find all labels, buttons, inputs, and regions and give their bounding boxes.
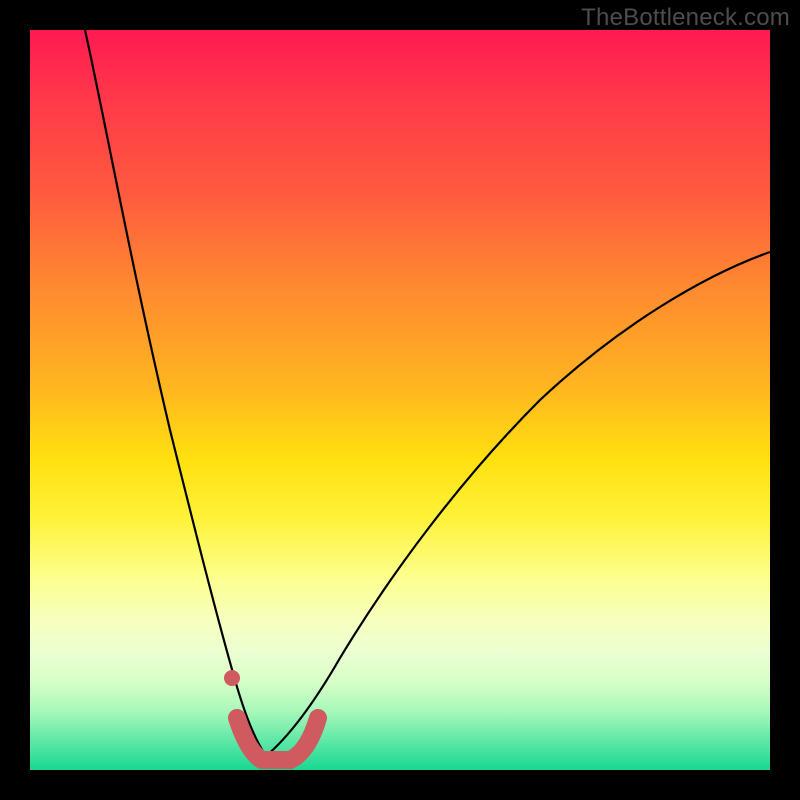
chart-svg: [30, 30, 770, 770]
marker-dot: [224, 670, 240, 686]
bottleneck-curve-right: [266, 252, 770, 756]
plot-area: [30, 30, 770, 770]
outer-frame: TheBottleneck.com: [0, 0, 800, 800]
bottleneck-curve-left: [85, 30, 266, 756]
watermark-label: TheBottleneck.com: [581, 4, 790, 32]
